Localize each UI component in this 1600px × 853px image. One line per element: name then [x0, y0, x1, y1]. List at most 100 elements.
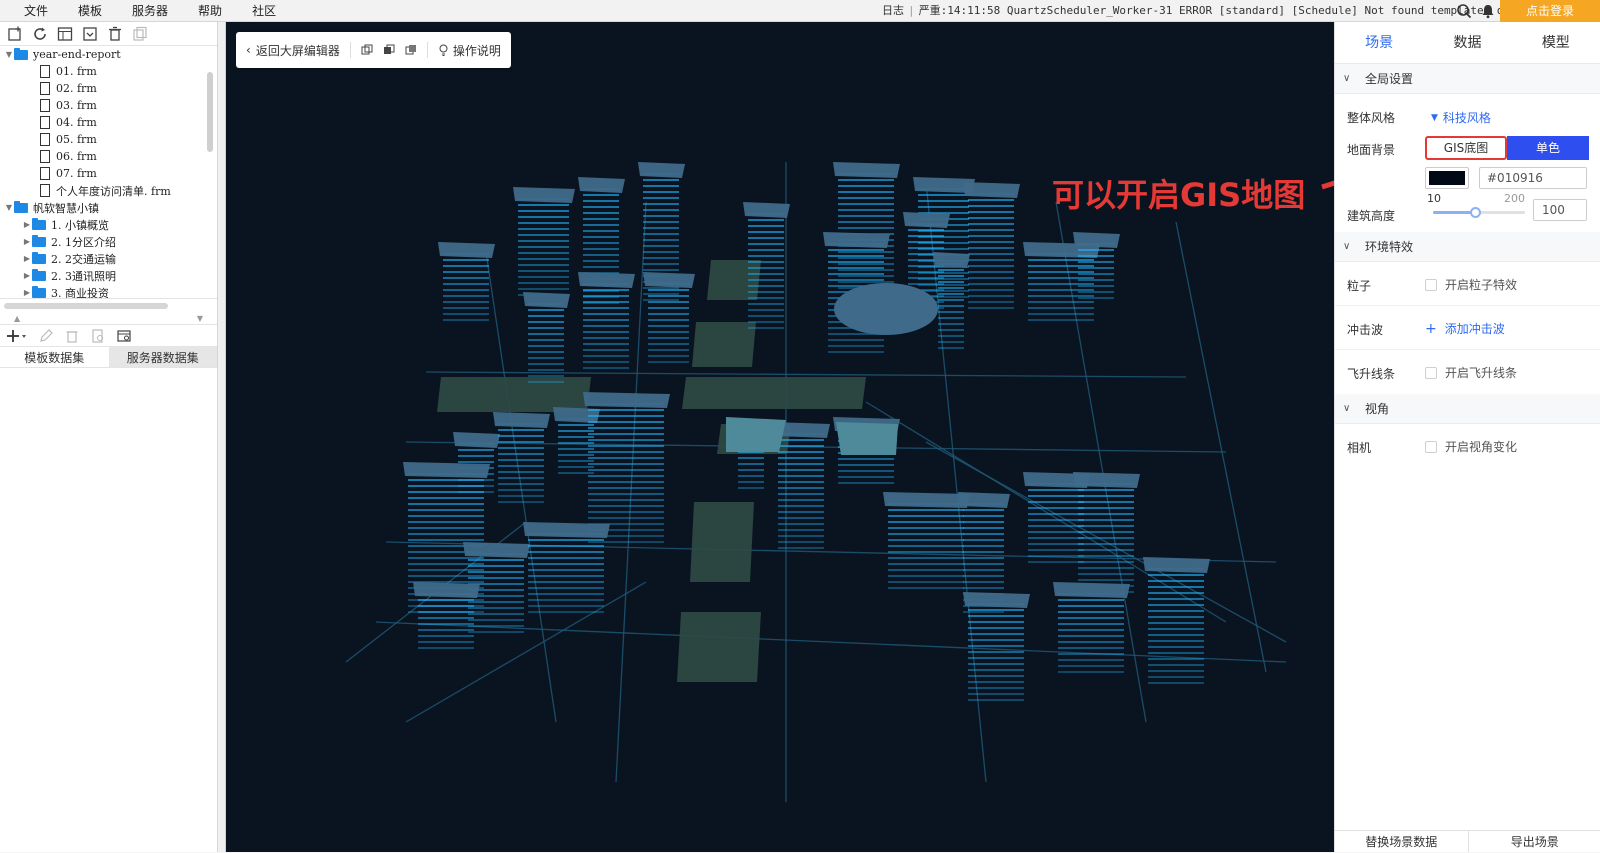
back-to-editor-button[interactable]: ‹ 返回大屏编辑器 [246, 42, 340, 59]
camera-checkbox[interactable]: 开启视角变化 [1425, 438, 1517, 455]
building-roof [963, 592, 1030, 608]
layer-back-icon[interactable] [405, 44, 417, 56]
template-icon[interactable] [56, 25, 74, 43]
tree-file[interactable]: 05. frm [0, 131, 217, 148]
tree-subfolder[interactable]: ▶1. 小镇概览 [0, 216, 217, 233]
menu-file[interactable]: 文件 [24, 2, 48, 19]
3d-city-scene[interactable] [226, 22, 1334, 852]
tree-file[interactable]: 个人年度访问清单. frm [0, 182, 217, 199]
menu-community[interactable]: 社区 [252, 2, 276, 19]
section-global[interactable]: ∨ 全局设置 [1335, 64, 1600, 94]
add-icon[interactable] [6, 328, 28, 344]
particle-checkbox[interactable]: 开启粒子特效 [1425, 276, 1517, 293]
checkbox-box[interactable] [1425, 279, 1437, 291]
tree-file-label: 07. frm [56, 167, 97, 180]
flyline-row: 飞升线条 开启飞升线条 [1335, 350, 1600, 394]
tree-hscrollbar[interactable] [0, 298, 217, 314]
log-bar[interactable]: 日志|严重:14:11:58 QuartzScheduler_Worker-31… [882, 0, 1530, 22]
building-roof [903, 212, 950, 228]
chevron-right-icon[interactable]: ▶ [22, 237, 32, 246]
triangle-down-icon[interactable]: ▼ [197, 314, 203, 324]
scene-canvas[interactable]: ‹ 返回大屏编辑器 操作说明 [226, 22, 1334, 852]
layer-forward-icon[interactable] [383, 44, 395, 56]
particle-label: 粒子 [1347, 277, 1371, 294]
tree-file[interactable]: 06. frm [0, 148, 217, 165]
flyline-checkbox[interactable]: 开启飞升线条 [1425, 364, 1517, 381]
section-environment[interactable]: ∨ 环境特效 [1335, 232, 1600, 262]
building-roof [643, 272, 695, 288]
bell-icon[interactable] [1480, 3, 1496, 19]
color-swatch[interactable] [1425, 167, 1469, 189]
panel-splitter[interactable]: ▲▼ [0, 314, 217, 324]
ground-label: 地面背景 [1347, 141, 1395, 158]
color-hex-input[interactable]: #010916 [1479, 167, 1587, 189]
section-view[interactable]: ∨ 视角 [1335, 394, 1600, 424]
tree-subfolder[interactable]: ▶2. 1分区介绍 [0, 233, 217, 250]
delete-icon[interactable] [106, 25, 124, 43]
dataset-view-icon[interactable] [116, 328, 132, 344]
style-dropdown[interactable]: ▼ 科技风格 [1431, 109, 1491, 126]
trash-icon[interactable] [64, 328, 80, 344]
section-title: 视角 [1365, 400, 1389, 417]
slider-handle[interactable] [1470, 207, 1481, 218]
file-icon [40, 65, 50, 78]
tree-file-label: 01. frm [56, 65, 97, 78]
chevron-right-icon[interactable]: ▶ [22, 288, 32, 297]
building-roof [823, 232, 890, 248]
tree-subfolder[interactable]: ▶3. 商业投资 [0, 284, 217, 298]
layer-copy-icon[interactable] [361, 44, 373, 56]
height-slider[interactable]: 10 200 [1425, 194, 1525, 226]
tab-scene[interactable]: 场景 [1335, 22, 1423, 63]
chevron-right-icon[interactable]: ▶ [22, 271, 32, 280]
folder-icon [32, 237, 46, 247]
tree-folder[interactable]: ▼ 帆软智慧小镇 [0, 199, 217, 216]
edit-icon[interactable] [38, 328, 54, 344]
tree-file[interactable]: 03. frm [0, 97, 217, 114]
tree-file[interactable]: 01. frm [0, 63, 217, 80]
tree-file[interactable]: 02. frm [0, 80, 217, 97]
tree-subfolder[interactable]: ▶2. 2交通运输 [0, 250, 217, 267]
tree-scrollbar[interactable] [207, 72, 213, 152]
new-file-icon[interactable] [6, 25, 24, 43]
checkbox-box[interactable] [1425, 441, 1437, 453]
chevron-down-icon[interactable]: ▼ [4, 203, 14, 212]
slider-track[interactable] [1433, 211, 1525, 214]
chevron-down-icon[interactable]: ▼ [4, 50, 14, 59]
building-roof [836, 422, 898, 455]
slider-min: 10 [1427, 192, 1441, 205]
dataset-tabs: 模板数据集 服务器数据集 [0, 346, 217, 368]
preview-icon[interactable] [90, 328, 106, 344]
tab-server-dataset[interactable]: 服务器数据集 [109, 347, 218, 367]
refresh-icon[interactable] [31, 25, 49, 43]
login-button[interactable]: 点击登录 [1500, 0, 1600, 22]
scroll-thumb[interactable] [4, 303, 168, 309]
menu-server[interactable]: 服务器 [132, 2, 168, 19]
tab-template-dataset[interactable]: 模板数据集 [0, 347, 109, 367]
export-scene-button[interactable]: 导出场景 [1468, 831, 1600, 852]
tree-folder[interactable]: ▼ year-end-report [0, 46, 217, 63]
search-icon[interactable] [1456, 3, 1472, 19]
tab-model[interactable]: 模型 [1512, 22, 1600, 63]
tree-file[interactable]: 07. frm [0, 165, 217, 182]
tree-subfolder[interactable]: ▶2. 3通讯照明 [0, 267, 217, 284]
menu-help[interactable]: 帮助 [198, 2, 222, 19]
tree-file[interactable]: 04. frm [0, 114, 217, 131]
height-input[interactable]: 100 [1533, 199, 1587, 221]
tab-data[interactable]: 数据 [1423, 22, 1511, 63]
add-shockwave-button[interactable]: +添加冲击波 [1425, 320, 1505, 337]
replace-scene-data-button[interactable]: 替换场景数据 [1335, 831, 1468, 852]
solid-color-button[interactable]: 单色 [1507, 136, 1589, 160]
copy-icon[interactable] [131, 25, 149, 43]
building-roof [453, 432, 500, 448]
collapse-icon[interactable] [81, 25, 99, 43]
gis-basemap-button[interactable]: GIS底图 [1425, 136, 1507, 160]
help-button[interactable]: 操作说明 [438, 42, 501, 59]
building-roof [583, 392, 670, 408]
checkbox-box[interactable] [1425, 367, 1437, 379]
chevron-right-icon[interactable]: ▶ [22, 254, 32, 263]
tree-folder-label: 帆软智慧小镇 [33, 200, 99, 216]
left-panel-resizer[interactable] [218, 22, 226, 852]
chevron-right-icon[interactable]: ▶ [22, 220, 32, 229]
triangle-up-icon[interactable]: ▲ [14, 314, 20, 324]
menu-template[interactable]: 模板 [78, 2, 102, 19]
